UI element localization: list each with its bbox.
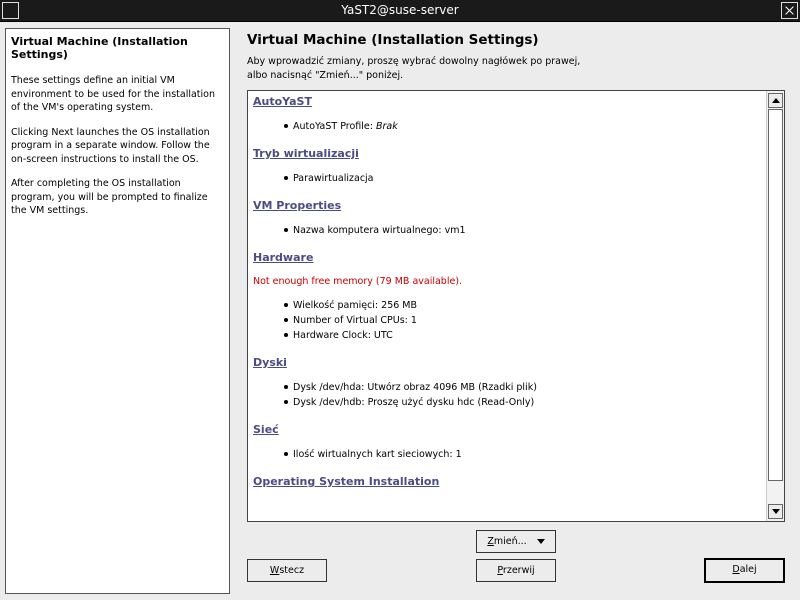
help-paragraph: These settings define an initial VM envi… <box>11 75 215 113</box>
item-list: Parawirtualizacja <box>253 171 761 186</box>
list-item: Dysk /dev/hda: Utwórz obraz 4096 MB (Rza… <box>284 380 761 395</box>
item-list: AutoYaST Profile: Brak <box>253 119 761 134</box>
subtitle-line: Aby wprowadzić zmiany, proszę wybrać dow… <box>247 56 581 67</box>
subtitle-line: albo nacisnąć "Zmień..." poniżej. <box>247 70 404 81</box>
heading-link-disks[interactable]: Dyski <box>253 356 761 370</box>
item-list: Nazwa komputera wirtualnego: vm1 <box>253 223 761 238</box>
heading-link-vm-properties[interactable]: VM Properties <box>253 199 761 213</box>
memory-warning: Not enough free memory (79 MB available)… <box>253 276 463 287</box>
section-hardware: Hardware Not enough free memory (79 MB a… <box>253 251 761 343</box>
heading-link-network[interactable]: Sieć <box>253 423 761 437</box>
list-item: Number of Virtual CPUs: 1 <box>284 313 761 328</box>
abort-label: rzerwij <box>502 565 535 576</box>
summary-content: AutoYaST AutoYaST Profile: Brak Tryb wir… <box>248 91 766 521</box>
back-button[interactable]: Wstecz <box>247 559 327 582</box>
help-paragraph: Clicking Next launches the OS installati… <box>11 126 210 165</box>
section-os-installation: Operating System Installation <box>253 475 761 489</box>
page-title: Virtual Machine (Installation Settings) <box>247 32 539 48</box>
section-vm-properties: VM Properties Nazwa komputera wirtualneg… <box>253 199 761 238</box>
heading-link-hardware[interactable]: Hardware <box>253 251 761 265</box>
page-subtitle: Aby wprowadzić zmiany, proszę wybrać dow… <box>247 55 647 83</box>
list-item: Ilość wirtualnych kart sieciowych: 1 <box>284 447 761 462</box>
summary-scrollbar[interactable] <box>766 91 784 521</box>
scroll-down-icon[interactable] <box>768 504 783 519</box>
chevron-down-icon <box>536 539 545 544</box>
next-mnemonic: D <box>732 564 740 575</box>
list-item: Wielkość pamięci: 256 MB <box>284 298 761 313</box>
heading-link-virtualization[interactable]: Tryb wirtualizacji <box>253 147 761 161</box>
item-list: Wielkość pamięci: 256 MB Number of Virtu… <box>253 298 761 343</box>
abort-button[interactable]: Przerwij <box>476 559 556 582</box>
list-item: Hardware Clock: UTC <box>284 328 761 343</box>
item-list: Dysk /dev/hda: Utwórz obraz 4096 MB (Rza… <box>253 380 761 410</box>
window-title: YaST2@suse-server <box>341 3 459 17</box>
back-mnemonic: W <box>269 565 280 576</box>
window-titlebar: YaST2@suse-server <box>0 0 800 22</box>
list-item: Parawirtualizacja <box>284 171 761 186</box>
heading-link-os-installation[interactable]: Operating System Installation <box>253 475 761 489</box>
help-title: Virtual Machine (Installation Settings) <box>11 35 188 61</box>
change-button[interactable]: Zmień... <box>476 530 556 553</box>
scrollbar-thumb[interactable] <box>768 109 783 481</box>
installation-summary: AutoYaST AutoYaST Profile: Brak Tryb wir… <box>247 90 785 522</box>
list-item: Nazwa komputera wirtualnego: vm1 <box>284 223 761 238</box>
autoyast-profile-label: AutoYaST Profile: <box>293 121 376 132</box>
help-panel: Virtual Machine (Installation Settings) … <box>5 28 230 594</box>
heading-link-autoyast[interactable]: AutoYaST <box>253 95 761 109</box>
list-item: Dysk /dev/hdb: Proszę użyć dysku hdc (Re… <box>284 395 761 410</box>
section-disks: Dyski Dysk /dev/hda: Utwórz obraz 4096 M… <box>253 356 761 410</box>
list-item: AutoYaST Profile: Brak <box>284 119 761 134</box>
change-label: mień... <box>493 536 527 547</box>
help-paragraph: After completing the OS installation pro… <box>11 178 208 216</box>
close-icon[interactable] <box>781 2 798 19</box>
item-list: Ilość wirtualnych kart sieciowych: 1 <box>253 447 761 462</box>
next-label: alej <box>739 564 757 575</box>
next-button[interactable]: Dalej <box>704 558 785 583</box>
section-autoyast: AutoYaST AutoYaST Profile: Brak <box>253 95 761 134</box>
autoyast-profile-value: Brak <box>376 121 398 132</box>
section-virtualization: Tryb wirtualizacji Parawirtualizacja <box>253 147 761 186</box>
section-network: Sieć Ilość wirtualnych kart sieciowych: … <box>253 423 761 462</box>
back-label: stecz <box>279 565 305 576</box>
scroll-up-icon[interactable] <box>768 93 783 108</box>
